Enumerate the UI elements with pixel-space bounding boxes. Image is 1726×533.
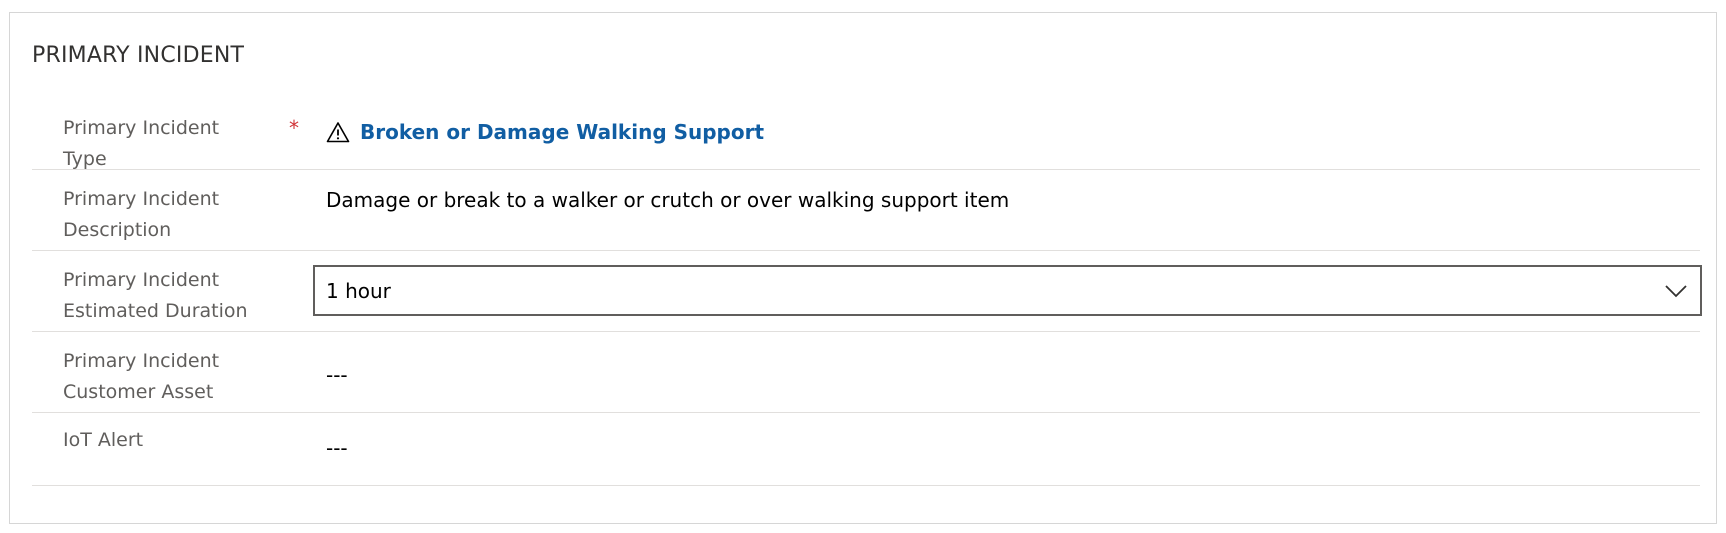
field-row-description: Primary Incident Description Damage or b…: [32, 170, 1700, 251]
section-title: PRIMARY INCIDENT: [32, 43, 245, 68]
field-row-estimated-duration: Primary Incident Estimated Duration 1 ho…: [32, 251, 1702, 332]
field-row-iot-alert: IoT Alert ---: [32, 413, 1700, 486]
customer-asset-value[interactable]: ---: [326, 360, 348, 390]
estimated-duration-dropdown[interactable]: 1 hour: [313, 265, 1702, 316]
estimated-duration-label: Primary Incident Estimated Duration: [63, 269, 248, 322]
field-row-incident-type: Primary Incident Type * Broken or Damage…: [32, 97, 1700, 170]
required-marker: *: [289, 116, 299, 140]
description-value: Damage or break to a walker or crutch or…: [326, 188, 1010, 212]
iot-alert-label: IoT Alert: [63, 429, 144, 451]
chevron-down-icon: [1664, 281, 1688, 301]
description-label: Primary Incident Description: [63, 188, 220, 241]
incident-type-link[interactable]: Broken or Damage Walking Support: [360, 117, 764, 147]
field-row-customer-asset: Primary Incident Customer Asset ---: [32, 332, 1700, 413]
incident-type-label: Primary Incident Type: [63, 117, 220, 170]
customer-asset-label: Primary Incident Customer Asset: [63, 350, 220, 403]
primary-incident-section: PRIMARY INCIDENT Primary Incident Type *…: [9, 12, 1717, 524]
field-list: Primary Incident Type * Broken or Damage…: [32, 97, 1702, 486]
iot-alert-value[interactable]: ---: [326, 433, 348, 463]
estimated-duration-selected: 1 hour: [326, 279, 391, 303]
incident-type-value: Broken or Damage Walking Support: [326, 117, 764, 147]
warning-triangle-icon: [326, 121, 350, 143]
